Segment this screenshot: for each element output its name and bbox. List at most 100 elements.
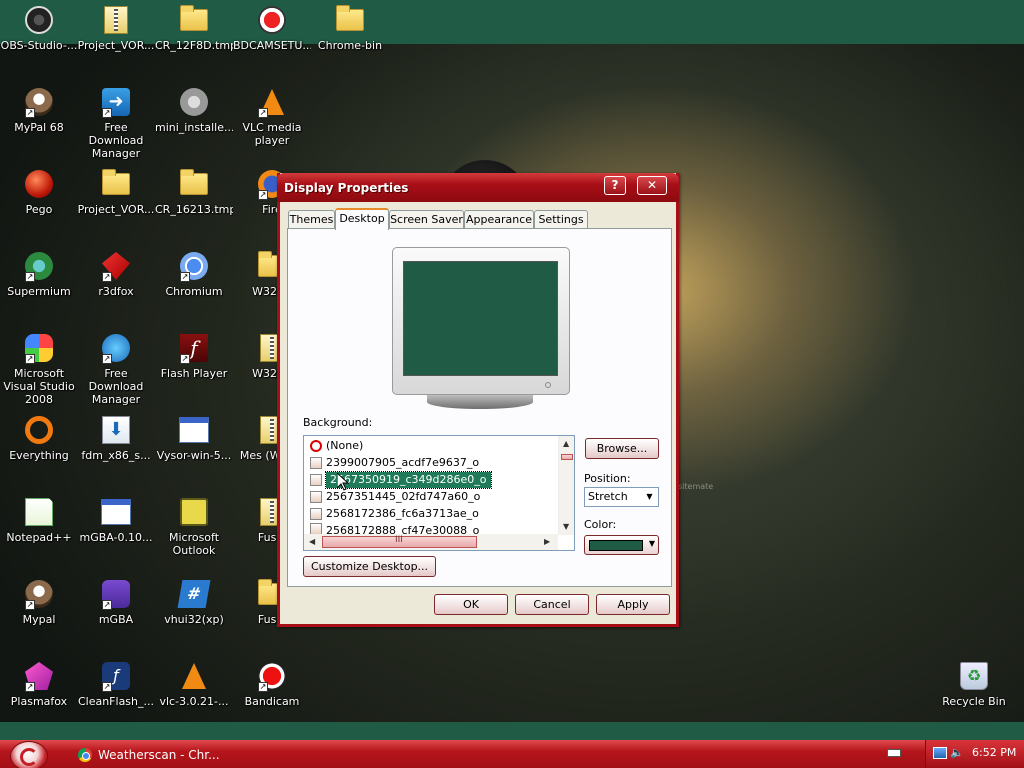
list-item[interactable]: 2568172888_cf47e30088_o <box>310 523 479 534</box>
position-select[interactable]: Stretch ▼ <box>584 487 659 507</box>
desktop-icon-cr-16213[interactable]: CR_16213.tmp <box>155 168 233 216</box>
tab-desktop[interactable]: Desktop <box>335 208 389 230</box>
fdm-icon: ↗ <box>100 332 132 364</box>
desktop-icon-supermium[interactable]: ↗ Supermium <box>0 250 78 298</box>
scroll-down-icon[interactable]: ▼ <box>563 522 569 532</box>
desktop-icon-recycle-bin[interactable]: ♻ Recycle Bin <box>935 660 1013 708</box>
list-item[interactable]: (None) <box>310 438 363 454</box>
desktop-icon-flash-player[interactable]: f ↗ Flash Player <box>155 332 233 380</box>
taskbar-clock[interactable]: 6:52 PM <box>972 746 1016 759</box>
start-logo-icon <box>20 748 38 766</box>
network-icon[interactable] <box>933 747 947 759</box>
tab-themes[interactable]: Themes <box>288 210 335 229</box>
desktop-icon-vhui32[interactable]: # vhui32(xp) <box>155 578 233 626</box>
list-item[interactable]: 2399007905_acdf7e9637_o <box>310 455 479 471</box>
desktop-icon-cleanflash[interactable]: ƒ ↗ CleanFlash_... <box>77 660 155 708</box>
tab-settings[interactable]: Settings <box>534 210 588 229</box>
none-icon <box>310 440 322 452</box>
desktop-icon-label: mGBA <box>98 613 134 626</box>
desktop-icon-plasmafox[interactable]: ↗ Plasmafox <box>0 660 78 708</box>
supermium-icon: ↗ <box>23 250 55 282</box>
desktop-icon-label: vhui32(xp) <box>164 613 224 626</box>
desktop-icon-outlook[interactable]: Microsoft Outlook <box>155 496 233 557</box>
scroll-right-icon[interactable]: ▶ <box>544 537 550 547</box>
desktop-icon-label: OBS-Studio-... <box>0 39 78 52</box>
ok-button[interactable]: OK <box>434 594 508 615</box>
cancel-button[interactable]: Cancel <box>515 594 589 615</box>
start-button[interactable] <box>10 741 48 768</box>
browse-button[interactable]: Browse... <box>585 438 659 459</box>
taskbar-item-label: Weatherscan - Chr... <box>98 748 220 762</box>
desktop-icon-chrome-bin[interactable]: Chrome-bin <box>311 4 389 52</box>
fdm-icon: ➜ ↗ <box>100 86 132 118</box>
mgba-icon: ↗ <box>100 578 132 610</box>
desktop-icon-vlc-installer[interactable]: vlc-3.0.21-... <box>155 660 233 708</box>
desktop-icon-bandicam[interactable]: ↗ Bandicam <box>233 660 311 708</box>
chevron-down-icon: ▼ <box>642 489 657 505</box>
desktop-icon-mini-installer[interactable]: mini_installe... <box>155 86 233 134</box>
monitor-stand <box>427 395 533 409</box>
desktop-icon-cr-12f8d[interactable]: CR_12F8D.tmp <box>155 4 233 52</box>
image-file-icon <box>310 523 322 534</box>
desktop-icon-everything[interactable]: Everything <box>0 414 78 462</box>
desktop-icon-mgba[interactable]: ↗ mGBA <box>77 578 155 626</box>
list-item[interactable]: 2568172386_fc6a3713ae_o <box>310 506 479 522</box>
desktop-icon-mypal68[interactable]: ↗ MyPal 68 <box>0 86 78 134</box>
list-item-label: 2568172888_cf47e30088_o <box>326 524 480 534</box>
desktop-icon-vysor[interactable]: Vysor-win-5... <box>155 414 233 462</box>
scroll-up-icon[interactable]: ▲ <box>563 439 569 449</box>
desktop-icon-notepadpp[interactable]: Notepad++ <box>0 496 78 544</box>
close-button[interactable]: ✕ <box>637 176 667 195</box>
desktop-icon-label: mini_installe... <box>155 121 233 134</box>
color-picker-button[interactable]: ▼ <box>584 535 659 555</box>
desktop-icon-label: Project_VOR... <box>77 39 155 52</box>
background-listbox[interactable]: (None) 2399007905_acdf7e9637_o 256735091… <box>303 435 575 551</box>
tab-appearance[interactable]: Appearance <box>464 210 534 229</box>
plasmafox-icon: ↗ <box>23 660 55 692</box>
desktop-icon-label: VLC media player <box>242 121 302 147</box>
list-horizontal-scrollbar[interactable]: ◀ III ▶ <box>304 534 558 550</box>
speaker-icon[interactable]: 🔈 <box>950 747 964 759</box>
desktop-icon-chromium[interactable]: ↗ Chromium <box>155 250 233 298</box>
desktop-icon-obs-studio[interactable]: OBS-Studio-... <box>0 4 78 52</box>
desktop-icon-mypal[interactable]: ↗ Mypal <box>0 578 78 626</box>
desktop-tab-panel: Background: (None) 2399007905_acdf7e9637… <box>287 228 672 587</box>
list-item-label: 2567350919_c349d286e0_o <box>325 471 492 489</box>
vhui-icon: # <box>177 578 211 610</box>
desktop-icon-fdm-x86[interactable]: ⬇ fdm_x86_s... <box>77 414 155 462</box>
desktop-icon-label: Microsoft Visual Studio 2008 <box>3 367 75 406</box>
desktop-icon-fdm-2[interactable]: ↗ Free Download Manager <box>77 332 155 406</box>
desktop-icon-pego[interactable]: Pego <box>0 168 78 216</box>
desktop-icon-visual-studio[interactable]: ↗ Microsoft Visual Studio 2008 <box>0 332 78 406</box>
desktop-icon-r3dfox[interactable]: ↗ r3dfox <box>77 250 155 298</box>
desktop-icon-project-vor[interactable]: Project_VOR... <box>77 4 155 52</box>
keyboard-icon[interactable] <box>887 749 901 757</box>
tab-screen-saver[interactable]: Screen Saver <box>389 210 464 229</box>
desktop-icon-project-vor-2[interactable]: Project_VOR... <box>77 168 155 216</box>
taskbar: Weatherscan - Chr... 🔈 6:52 PM <box>0 740 1024 768</box>
horizontal-scroll-thumb[interactable]: III <box>322 535 477 548</box>
notepadpp-icon <box>23 496 55 528</box>
obs-icon <box>23 4 55 36</box>
dialog-titlebar[interactable]: Display Properties ? ✕ <box>277 173 679 202</box>
download-icon: ⬇ <box>100 414 132 446</box>
scroll-left-icon[interactable]: ◀ <box>309 537 315 547</box>
desktop-icon-vlc[interactable]: ↗ VLC media player <box>233 86 311 147</box>
list-item[interactable]: 2567351445_02fd747a60_o <box>310 489 480 505</box>
chrome-icon <box>78 748 92 762</box>
mypal-icon: ↗ <box>23 578 55 610</box>
desktop-icon-mgba-zip[interactable]: mGBA-0.10... <box>77 496 155 544</box>
taskbar-item-weatherscan[interactable]: Weatherscan - Chr... <box>76 744 266 766</box>
desktop-icon-label: Flash Player <box>160 367 228 380</box>
desktop-icon-label: Notepad++ <box>6 531 72 544</box>
monitor-preview <box>392 247 570 395</box>
list-vertical-scrollbar[interactable]: ▲ ▼ <box>558 436 574 535</box>
window-icon <box>100 496 132 528</box>
help-button[interactable]: ? <box>604 176 626 195</box>
desktop-icon-bdcamsetup[interactable]: BDCAMSETU... <box>233 4 311 52</box>
desktop-icon-fdm[interactable]: ➜ ↗ Free Download Manager <box>77 86 155 160</box>
desktop-icon-label: Everything <box>9 449 69 462</box>
vertical-scroll-thumb[interactable] <box>561 454 573 460</box>
customize-desktop-button[interactable]: Customize Desktop... <box>303 556 436 577</box>
apply-button[interactable]: Apply <box>596 594 670 615</box>
